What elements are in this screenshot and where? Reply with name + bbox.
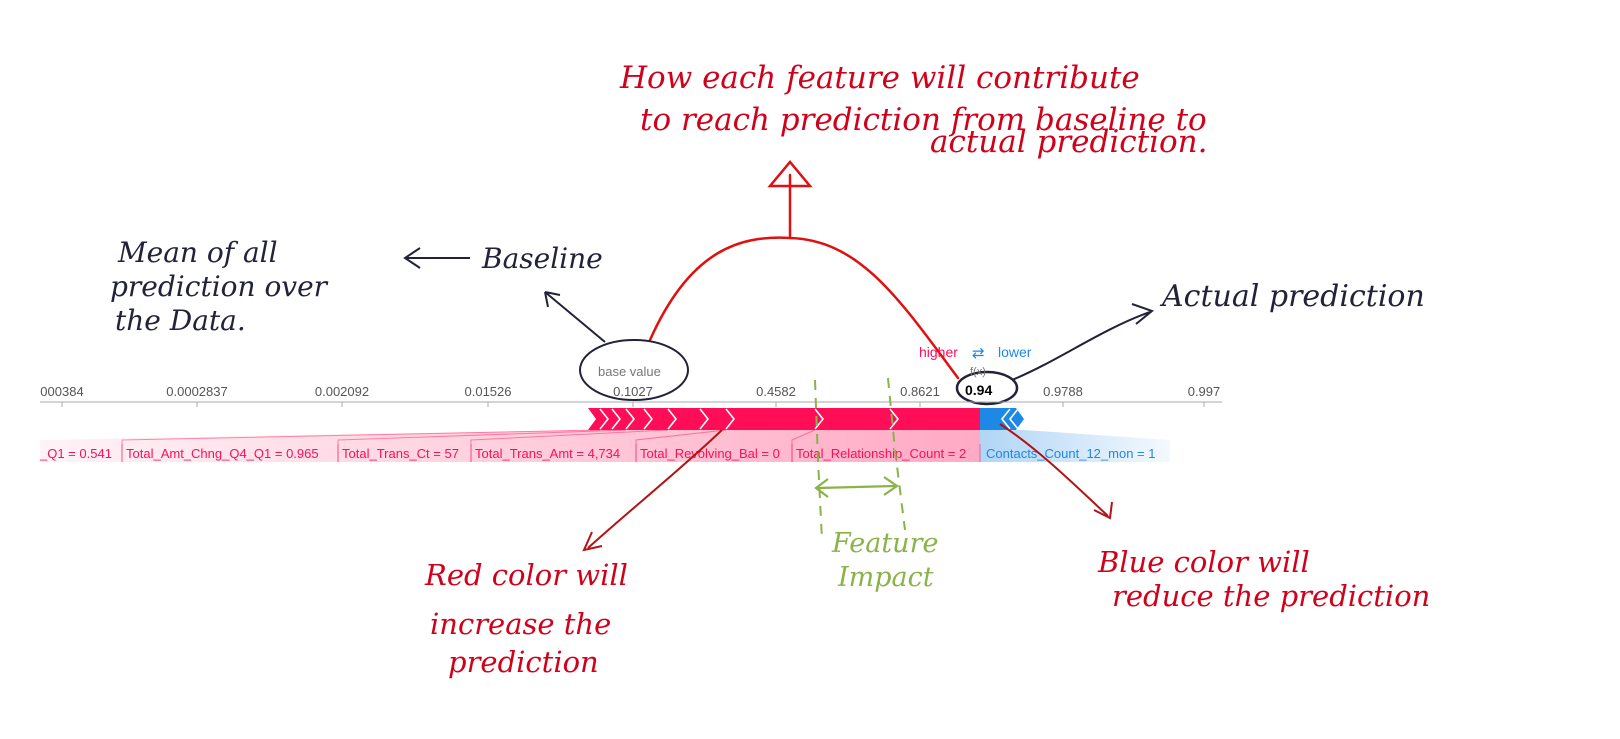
- feature-label-increase: Total_Trans_Amt = 4,734: [475, 446, 620, 461]
- axis-tick-label: 000384: [40, 384, 83, 399]
- baseline-note-line-1: Mean of all: [117, 236, 278, 269]
- axis-tick-label: 0.9788: [1043, 384, 1083, 399]
- axis-tick-label: 0.1027: [613, 384, 653, 399]
- feature-labels: _Q1 = 0.541 Total_Amt_Chng_Q4_Q1 = 0.965 T…: [39, 444, 1155, 462]
- red-note-arrowhead-icon: [582, 531, 603, 552]
- fx-label: f(x): [970, 366, 986, 378]
- axis-ticks: 000384 0.0002837 0.002092 0.01526 0.1027 0.45…: [40, 384, 1220, 407]
- red-note-line-1: Red color will: [424, 558, 628, 592]
- force-plot: higher ⇄ lower base value f(x) 0.94 0003…: [39, 344, 1222, 462]
- red-color-annotation: Red color will increase the prediction: [424, 429, 723, 679]
- axis-tick-label: 0.0002837: [166, 384, 227, 399]
- red-note-line-3: prediction: [448, 645, 599, 679]
- legend-swap-arrows-icon: ⇄: [972, 345, 985, 362]
- top-annotation-line-3: actual prediction.: [930, 124, 1208, 160]
- feature-impact-line-2: Impact: [837, 562, 934, 593]
- feature-label-increase: _Q1 = 0.541: [39, 446, 112, 461]
- axis-tick-label: 0.8621: [900, 384, 940, 399]
- actual-prediction-pointer: [1011, 311, 1151, 381]
- bubble-pointer: [544, 291, 606, 343]
- base-value-label: base value: [598, 364, 661, 379]
- feature-label-decrease: Contacts_Count_12_mon = 1: [986, 446, 1155, 461]
- fx-value: 0.94: [965, 382, 992, 398]
- contribution-arc: [648, 160, 960, 380]
- arc-path: [648, 236, 960, 380]
- baseline-arrow-label: Baseline: [481, 242, 603, 275]
- axis-tick-label: 0.4582: [756, 384, 796, 399]
- baseline-note-line-3: the Data.: [115, 304, 246, 337]
- baseline-left-arrow-icon: [403, 247, 470, 269]
- impact-double-arrow-icon: [814, 476, 899, 498]
- red-note-line-2: increase the: [430, 607, 611, 641]
- legend-lower: lower: [998, 344, 1032, 360]
- axis-tick-label: 0.01526: [465, 384, 512, 399]
- actual-prediction-label: Actual prediction: [1159, 279, 1425, 314]
- feature-impact-line-1: Feature: [831, 528, 938, 559]
- feature-label-increase: Total_Amt_Chng_Q4_Q1 = 0.965: [126, 446, 319, 461]
- baseline-note-line-2: prediction over: [110, 270, 329, 303]
- top-annotation: How each feature will contribute to reac…: [619, 60, 1208, 160]
- feature-label-increase: Total_Trans_Ct = 57: [342, 446, 459, 461]
- axis-tick-label: 0.002092: [315, 384, 369, 399]
- feature-label-increase: Total_Revolving_Bal = 0: [640, 446, 780, 461]
- shap-force-plot-annotated: How each feature will contribute to reac…: [39, 60, 1430, 679]
- feature-label-increase: Total_Relationship_Count = 2: [796, 446, 966, 461]
- blue-note-line-2: reduce the prediction: [1112, 579, 1430, 613]
- axis-tick-label: 0.997: [1188, 384, 1221, 399]
- baseline-annotation: Mean of all prediction over the Data. Ba…: [110, 236, 603, 337]
- blue-note-line-1: Blue color will: [1097, 545, 1310, 579]
- legend-higher: higher: [919, 344, 958, 360]
- top-annotation-line-1: How each feature will contribute: [619, 60, 1140, 96]
